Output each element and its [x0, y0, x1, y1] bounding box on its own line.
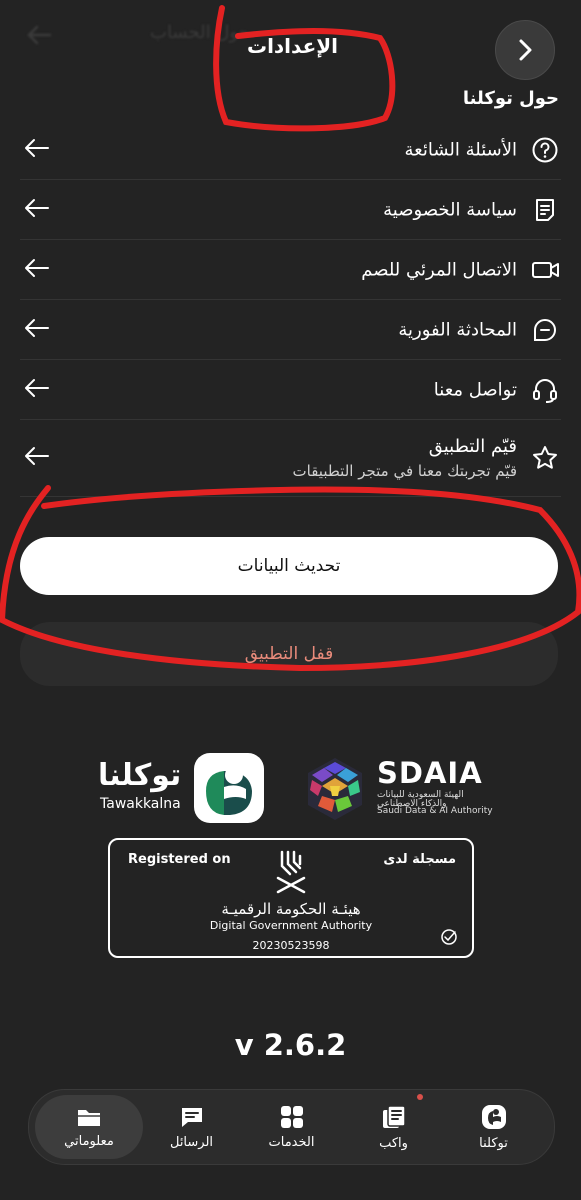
menu-item-label: الاتصال المرئي للصم: [361, 259, 517, 280]
nav-label: توكلنا: [479, 1135, 508, 1151]
chat-icon: [531, 316, 559, 344]
section-title: حول توكلنا: [462, 88, 559, 109]
arrow-left-icon: [24, 198, 50, 222]
menu-item-label: الأسئلة الشائعة: [404, 139, 517, 160]
dga-name-en: Digital Government Authority: [209, 919, 373, 932]
arrow-left-icon: [24, 446, 50, 470]
sdaia-logo-text: SDAIA: [377, 756, 483, 790]
menu-item-label: قيّم التطبيق: [428, 436, 517, 457]
bottom-navigation: معلوماتي الرسائل الخدمات واكب توكلنا: [28, 1089, 555, 1165]
nav-tab-messages[interactable]: الرسائل: [139, 1090, 244, 1164]
menu-item-contact-us[interactable]: تواصل معنا: [20, 360, 561, 420]
menu-item-label: سياسة الخصوصية: [383, 199, 517, 220]
dga-logo-mark: [274, 848, 308, 900]
folder-icon: [78, 1109, 100, 1126]
tawakkalna-logo: [194, 753, 264, 823]
message-icon: [181, 1107, 202, 1127]
chevron-right-icon: [519, 39, 532, 61]
nav-label: معلوماتي: [64, 1133, 114, 1149]
menu-item-sublabel: قيّم تجربتك معنا في متجر التطبيقات: [292, 462, 517, 480]
settings-menu: الأسئلة الشائعة سياسة الخصوصية الاتصال ا…: [20, 120, 561, 497]
nav-tab-services[interactable]: الخدمات: [239, 1090, 344, 1164]
tawakkalna-logo-text-ar: توكلنا: [98, 758, 182, 793]
sdaia-english-name: Saudi Data & AI Authority: [377, 806, 493, 816]
arrow-left-icon: [24, 138, 50, 162]
grid-icon: [280, 1105, 303, 1128]
tawakkalna-icon: [481, 1104, 506, 1129]
registration-badge: Registered on مسجلة لدى هيئـة الحكومة ال…: [108, 838, 474, 958]
menu-item-video-call-deaf[interactable]: الاتصال المرئي للصم: [20, 240, 561, 300]
document-icon: [531, 196, 559, 224]
verified-check-icon: [440, 928, 458, 950]
menu-item-live-chat[interactable]: المحادثة الفورية: [20, 300, 561, 360]
registered-on-label-ar: مسجلة لدى: [383, 852, 456, 867]
headset-icon: [531, 376, 559, 404]
refresh-data-button[interactable]: تحديث البيانات: [20, 537, 558, 595]
nav-tab-wakeb[interactable]: واكب: [341, 1090, 446, 1164]
menu-item-rate-app[interactable]: قيّم التطبيق قيّم تجربتك معنا في متجر ال…: [20, 420, 561, 497]
arrow-left-icon: [24, 318, 50, 342]
nav-label: الرسائل: [169, 1134, 214, 1150]
arrow-left-icon: [24, 378, 50, 402]
arrow-left-icon: [24, 258, 50, 282]
registration-number: 20230523598: [252, 939, 330, 952]
page-title: الإعدادات: [246, 34, 339, 58]
menu-item-label: المحادثة الفورية: [398, 319, 517, 340]
nav-tab-my-info[interactable]: معلوماتي: [35, 1095, 143, 1159]
nav-label: الخدمات: [268, 1134, 315, 1150]
video-icon: [531, 256, 559, 284]
menu-item-privacy-policy[interactable]: سياسة الخصوصية: [20, 180, 561, 240]
lock-app-button[interactable]: قفل التطبيق: [20, 622, 558, 686]
menu-item-label: تواصل معنا: [433, 379, 517, 400]
news-icon: [382, 1104, 406, 1128]
star-icon: [531, 444, 559, 472]
registered-on-label: Registered on: [128, 852, 231, 867]
background-back-arrow-icon: [26, 24, 52, 50]
nav-label: واكب: [379, 1135, 408, 1151]
back-button[interactable]: [495, 20, 555, 80]
tawakkalna-logo-text-en: Tawakkalna: [100, 796, 181, 812]
nav-tab-tawakkalna[interactable]: توكلنا: [441, 1090, 546, 1164]
sdaia-logo-mark: [304, 756, 366, 826]
app-version: v 2.6.2: [234, 1028, 347, 1062]
question-icon: [531, 136, 559, 164]
menu-item-faq[interactable]: الأسئلة الشائعة: [20, 120, 561, 180]
dga-name-ar: هيئـة الحكومة الرقميـة: [221, 900, 361, 918]
